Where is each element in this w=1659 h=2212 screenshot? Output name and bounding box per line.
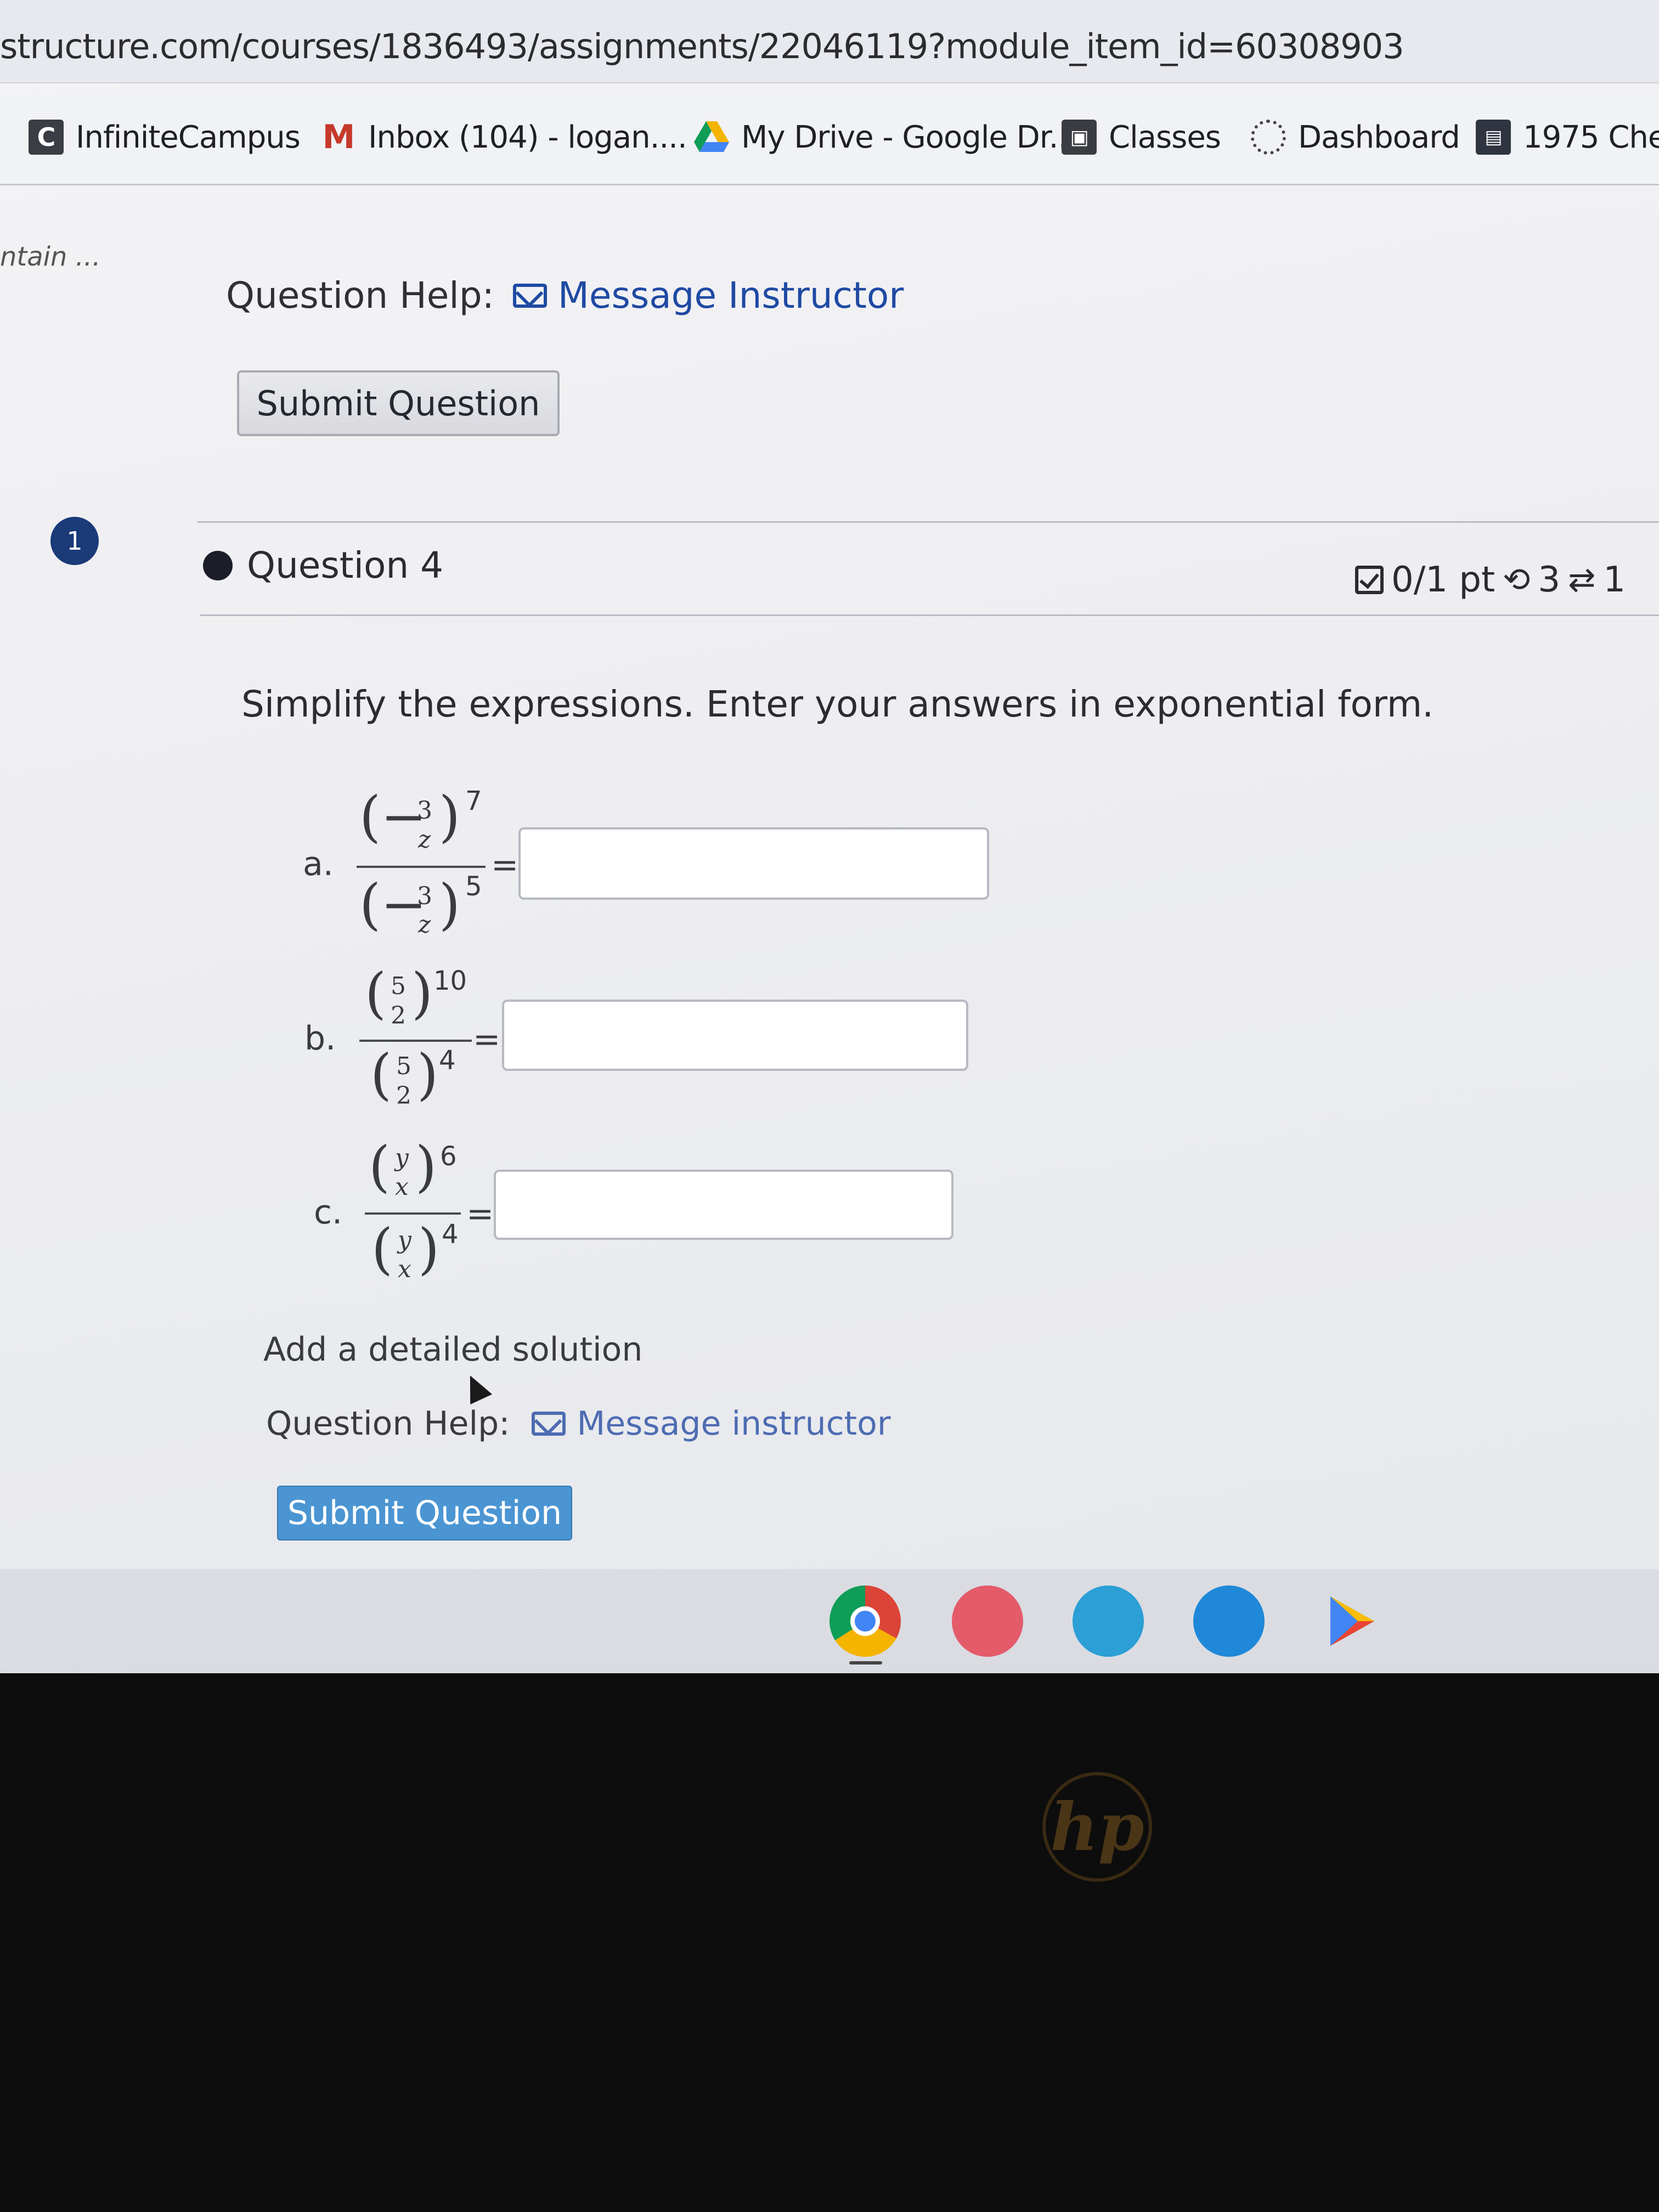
part-label: c.: [314, 1193, 343, 1232]
bookmark-my-drive[interactable]: My Drive - Google Dr...: [694, 112, 1077, 162]
paren-open: (: [365, 961, 387, 1025]
unanswered-dot-icon: [203, 550, 233, 580]
chrome-icon[interactable]: [830, 1585, 901, 1657]
question-instructions: Simplify the expressions. Enter your ans…: [241, 683, 1434, 725]
bookmark-label: Dashboard: [1298, 119, 1460, 155]
bookmark-infinitecampus[interactable]: C InfiniteCampus: [29, 112, 301, 162]
bookmark-label: Inbox (104) - logan....: [368, 119, 687, 155]
envelope-icon: [512, 283, 547, 308]
tab-fragment: ntain ...: [0, 241, 101, 272]
url-text[interactable]: structure.com/courses/1836493/assignment…: [0, 26, 1404, 66]
bookmark-label: 1975 Chev: [1523, 119, 1659, 155]
infinite-campus-icon: C: [29, 120, 64, 155]
answer-input-c[interactable]: [494, 1170, 953, 1240]
question-title: Question 4: [203, 544, 443, 586]
part-label: b.: [304, 1019, 336, 1058]
classes-icon: ▣: [1062, 120, 1097, 155]
fraction-bar: [359, 1040, 472, 1042]
play-store-icon[interactable]: [1314, 1585, 1385, 1657]
active-app-indicator: [849, 1661, 882, 1664]
paren-close: ): [418, 1217, 440, 1281]
inner-denominator: z: [418, 911, 431, 939]
bookmark-label: Classes: [1109, 119, 1221, 155]
dashboard-icon: [1251, 120, 1286, 155]
fraction-bar: [365, 1212, 461, 1215]
gmail-icon: M: [322, 118, 356, 156]
inner-numerator: y: [398, 1226, 411, 1254]
inner-numerator: y: [395, 1144, 409, 1172]
bookmarks-bar: C InfiniteCampus M Inbox (104) - logan..…: [0, 91, 1659, 185]
inner-denominator: x: [395, 1173, 409, 1201]
question-help-bottom: Question Help: Message instructor: [266, 1404, 891, 1443]
divider: [200, 614, 1659, 616]
paren-close: ): [411, 961, 433, 1025]
inner-denominator: 2: [396, 1082, 411, 1110]
paren-close: ): [415, 1135, 437, 1199]
attempts-icon: ⇄: [1568, 561, 1596, 599]
bookmark-dashboard[interactable]: Dashboard: [1251, 112, 1460, 162]
hp-logo: hp: [1042, 1772, 1152, 1882]
bookmark-label: My Drive - Google Dr...: [741, 119, 1077, 155]
inner-denominator: 2: [391, 1002, 406, 1030]
exponent-bottom: 5: [465, 871, 482, 902]
envelope-icon: [532, 1412, 566, 1436]
question-title-label: Question 4: [247, 544, 444, 586]
answer-input-b[interactable]: [502, 1000, 968, 1071]
answer-input-a[interactable]: [518, 827, 989, 900]
bookmark-1975-chev[interactable]: ▤ 1975 Chev: [1476, 112, 1659, 162]
exponent-top: 6: [440, 1141, 457, 1172]
question-help-label: Question Help:: [226, 274, 494, 317]
paint-icon[interactable]: [952, 1585, 1023, 1657]
inner-numerator: 5: [391, 972, 406, 1000]
paren-close: ): [439, 785, 461, 849]
paren-open: (: [369, 1135, 391, 1199]
attempt-count: 1: [1603, 560, 1626, 600]
screen: structure.com/courses/1836493/assignment…: [0, 0, 1659, 1673]
inner-numerator: 3: [417, 797, 432, 825]
part-label: a.: [303, 845, 334, 883]
message-instructor-label: Message Instructor: [557, 274, 904, 317]
score-text: 0/1 pt: [1391, 560, 1496, 600]
address-bar[interactable]: structure.com/courses/1836493/assignment…: [0, 0, 1659, 83]
exponent-bottom: 4: [439, 1045, 456, 1076]
google-drive-icon: [694, 120, 729, 155]
divider: [198, 521, 1659, 523]
equals-sign: =: [491, 846, 519, 884]
submit-question-button[interactable]: Submit Question: [277, 1486, 572, 1541]
bookmark-label: InfiniteCampus: [76, 119, 301, 155]
add-detailed-solution-link[interactable]: Add a detailed solution: [263, 1330, 642, 1369]
message-instructor-link[interactable]: Message instructor: [532, 1404, 891, 1443]
equals-sign: =: [466, 1195, 494, 1233]
question-badge: 1: [50, 517, 99, 565]
retry-count: 3: [1538, 560, 1561, 600]
bookmark-classes[interactable]: ▣ Classes: [1062, 112, 1221, 162]
inner-denominator: x: [398, 1255, 411, 1283]
exponent-bottom: 4: [442, 1219, 459, 1250]
retry-icon[interactable]: ⟲: [1503, 561, 1530, 599]
submit-question-button-top[interactable]: Submit Question: [237, 370, 560, 436]
mouse-cursor-icon: [459, 1370, 493, 1405]
files-icon[interactable]: [1193, 1585, 1265, 1657]
paren-open: (: [371, 1217, 393, 1281]
inner-numerator: 5: [396, 1052, 411, 1080]
bookmark-inbox[interactable]: M Inbox (104) - logan....: [321, 112, 687, 162]
question-help-top: Question Help: Message Instructor: [226, 274, 904, 317]
paren-close: ): [439, 872, 461, 936]
fraction-bar: [357, 866, 486, 868]
paren-open: (: [370, 1042, 392, 1107]
bookmark-page-icon: ▤: [1476, 120, 1511, 155]
exponent-top: 10: [433, 966, 467, 996]
score-area: 0/1 pt ⟲ 3 ⇄ 1: [1355, 560, 1626, 600]
exponent-top: 7: [465, 786, 482, 816]
message-instructor-label: Message instructor: [577, 1404, 891, 1443]
equals-sign: =: [473, 1020, 501, 1059]
inner-denominator: z: [418, 826, 431, 854]
inner-numerator: 3: [417, 882, 432, 910]
checkbox-score-icon: [1355, 566, 1384, 594]
paren-close: ): [417, 1042, 439, 1107]
message-instructor-link[interactable]: Message Instructor: [512, 274, 904, 317]
classroom-icon[interactable]: [1073, 1585, 1144, 1657]
question-help-label: Question Help:: [266, 1404, 510, 1443]
